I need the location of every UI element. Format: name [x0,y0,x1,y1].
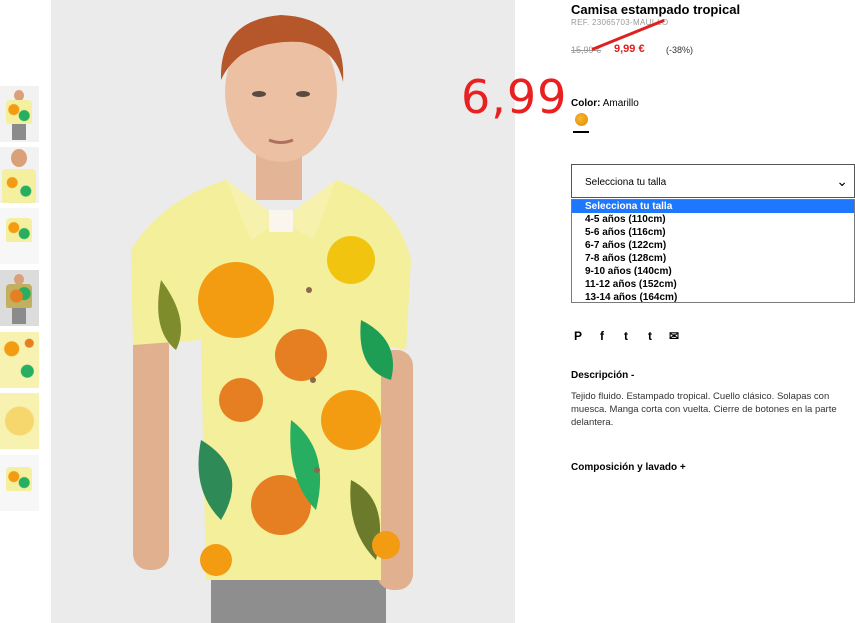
size-option[interactable]: Selecciona tu talla [572,200,854,213]
description-toggle[interactable]: Descripción - [571,370,634,381]
thumbnail-2[interactable] [0,147,39,203]
color-label-key: Color: [571,98,601,109]
size-option[interactable]: 11-12 años (152cm) [572,278,854,291]
size-dropdown-list: Selecciona tu talla 4-5 años (110cm) 5-6… [571,199,855,303]
composition-toggle[interactable]: Composición y lavado + [571,462,686,473]
color-value: Amarillo [602,98,639,109]
share-bar: P f t t ✉ [571,329,681,343]
color-label: Color: Amarillo [571,98,639,109]
discount-badge: (-38%) [666,45,694,55]
facebook-icon[interactable]: f [595,329,609,343]
pinterest-icon[interactable]: P [571,329,585,343]
size-option[interactable]: 5-6 años (116cm) [572,226,854,239]
size-option[interactable]: 6-7 años (122cm) [572,239,854,252]
size-option[interactable]: 4-5 años (110cm) [572,213,854,226]
thumbnail-4[interactable] [0,270,39,326]
thumbnail-1[interactable] [0,86,39,142]
tumblr-icon[interactable]: t [643,329,657,343]
swatch-selected-indicator [573,131,589,133]
thumbnail-7[interactable] [0,455,39,511]
size-option[interactable]: 9-10 años (140cm) [572,265,854,278]
email-icon[interactable]: ✉ [667,329,681,343]
size-select[interactable]: Selecciona tu talla ⌄ [571,164,855,198]
description-body: Tejido fluido. Estampado tropical. Cuell… [571,391,837,428]
size-select-label: Selecciona tu talla [585,177,667,188]
size-option[interactable]: 13-14 años (164cm) [572,291,854,304]
product-title: Camisa estampado tropical [571,2,741,17]
thumbnail-3[interactable] [0,208,39,264]
color-swatch-yellow[interactable] [575,113,588,126]
sale-price: 9,99 € [614,43,645,55]
product-photo [51,0,515,623]
twitter-icon[interactable]: t [619,329,633,343]
new-price-annotation: 6,99 [461,70,568,124]
thumbnail-6[interactable] [0,393,39,449]
thumbnail-5[interactable] [0,332,39,388]
chevron-down-icon: ⌄ [836,173,848,189]
size-option[interactable]: 7-8 años (128cm) [572,252,854,265]
